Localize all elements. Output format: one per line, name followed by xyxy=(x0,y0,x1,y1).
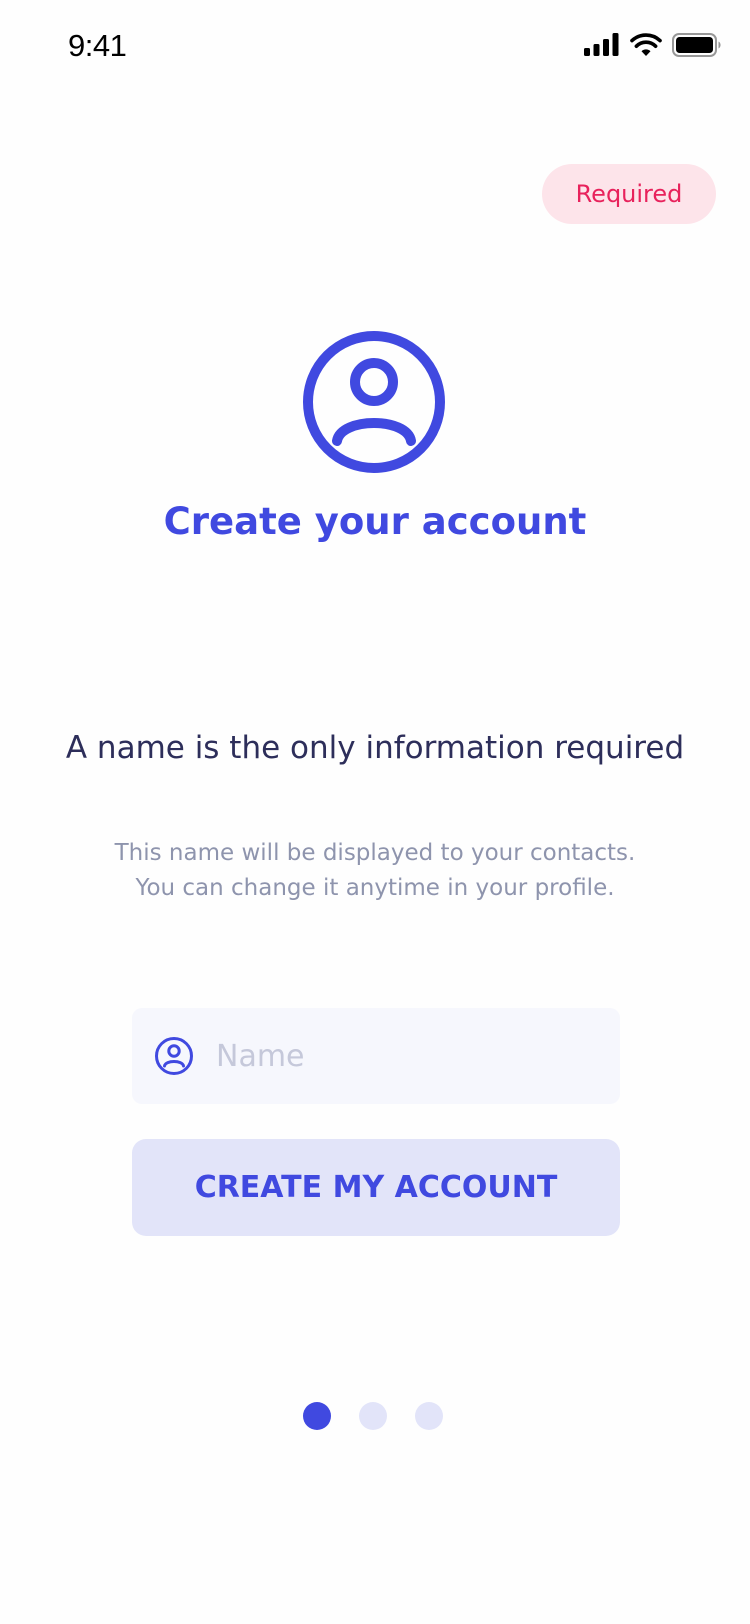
info-description-line: You can change it anytime in your profil… xyxy=(135,875,615,901)
name-input[interactable] xyxy=(216,1038,596,1074)
info-heading: A name is the only information required xyxy=(65,730,685,766)
user-circle-icon xyxy=(301,329,447,475)
user-circle-icon xyxy=(154,1036,194,1076)
status-time: 9:41 xyxy=(68,28,127,63)
create-account-button[interactable]: CREATE MY ACCOUNT xyxy=(132,1139,620,1236)
name-field[interactable] xyxy=(132,1008,620,1104)
wifi-icon xyxy=(630,33,662,57)
required-badge[interactable]: Required xyxy=(542,164,716,224)
page-indicator xyxy=(303,1402,443,1430)
page-dot[interactable] xyxy=(415,1402,443,1430)
status-bar: 9:41 xyxy=(0,0,750,96)
info-description: This name will be displayed to your cont… xyxy=(0,836,750,906)
info-description-line: This name will be displayed to your cont… xyxy=(114,840,636,866)
battery-icon xyxy=(672,33,722,57)
signal-icon xyxy=(584,33,620,57)
page-dot[interactable] xyxy=(359,1402,387,1430)
page-title: Create your account xyxy=(163,500,587,543)
required-badge-label: Required xyxy=(575,180,683,208)
page-dot-active[interactable] xyxy=(303,1402,331,1430)
status-icons xyxy=(584,33,722,57)
